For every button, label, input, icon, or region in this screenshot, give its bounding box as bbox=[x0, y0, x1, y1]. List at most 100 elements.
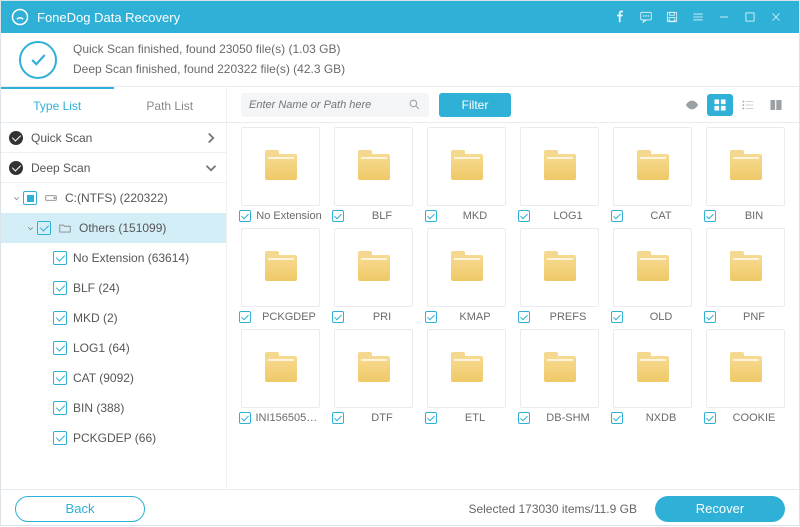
checkmark-icon bbox=[19, 41, 57, 79]
checkbox[interactable] bbox=[611, 412, 623, 424]
tree-item[interactable]: PCKGDEP (66) bbox=[1, 423, 226, 453]
grid-item[interactable]: PNF bbox=[702, 228, 789, 323]
folder-icon bbox=[358, 255, 390, 281]
tree-drive[interactable]: C:(NTFS) (220322) bbox=[1, 183, 226, 213]
grid-item[interactable]: KMAP bbox=[423, 228, 510, 323]
tree-item[interactable]: MKD (2) bbox=[1, 303, 226, 333]
grid-item[interactable]: INI1565052569 bbox=[237, 329, 324, 424]
folder-thumbnail bbox=[427, 228, 506, 307]
grid-item[interactable]: DTF bbox=[330, 329, 417, 424]
checkbox[interactable] bbox=[425, 210, 437, 222]
checkbox[interactable] bbox=[53, 311, 67, 325]
minimize-button[interactable] bbox=[711, 1, 737, 33]
chevron-down-icon bbox=[202, 159, 220, 177]
grid-view-icon[interactable] bbox=[707, 94, 733, 116]
checkbox[interactable] bbox=[53, 281, 67, 295]
checkbox[interactable] bbox=[332, 412, 344, 424]
toolbar: Type List Path List Filter bbox=[1, 87, 799, 123]
checkbox[interactable] bbox=[704, 412, 716, 424]
tree-item-label: PCKGDEP (66) bbox=[73, 431, 220, 445]
tree-item[interactable]: BIN (388) bbox=[1, 393, 226, 423]
checkbox[interactable] bbox=[239, 412, 251, 424]
filter-button[interactable]: Filter bbox=[439, 93, 511, 117]
folder-icon bbox=[637, 255, 669, 281]
menu-icon[interactable] bbox=[685, 1, 711, 33]
grid-item[interactable]: DB-SHM bbox=[516, 329, 603, 424]
grid-item[interactable]: PRI bbox=[330, 228, 417, 323]
checkbox[interactable] bbox=[518, 412, 530, 424]
checkbox[interactable] bbox=[23, 191, 37, 205]
checkbox[interactable] bbox=[53, 341, 67, 355]
tree-item-label: BLF (24) bbox=[73, 281, 220, 295]
folder-thumbnail bbox=[613, 329, 692, 408]
facebook-icon[interactable] bbox=[607, 1, 633, 33]
list-view-icon[interactable] bbox=[735, 94, 761, 116]
grid-item-label: NXDB bbox=[628, 412, 695, 424]
grid-item[interactable]: CAT bbox=[609, 127, 696, 222]
grid-item-label: BLF bbox=[349, 210, 416, 222]
folder-thumbnail bbox=[613, 228, 692, 307]
checkbox[interactable] bbox=[53, 401, 67, 415]
deep-scan-status: Deep Scan finished, found 220322 file(s)… bbox=[73, 60, 345, 79]
grid-item[interactable]: LOG1 bbox=[516, 127, 603, 222]
preview-toggle-icon[interactable] bbox=[679, 94, 705, 116]
checkbox[interactable] bbox=[518, 311, 530, 323]
checkbox[interactable] bbox=[53, 431, 67, 445]
chevron-down-icon bbox=[23, 224, 37, 233]
grid-item[interactable]: BLF bbox=[330, 127, 417, 222]
tree-item[interactable]: No Extension (63614) bbox=[1, 243, 226, 273]
tree-quick-scan[interactable]: Quick Scan bbox=[1, 123, 226, 153]
tab-path-list[interactable]: Path List bbox=[114, 87, 227, 122]
grid-item[interactable]: BIN bbox=[702, 127, 789, 222]
tree-item[interactable]: CAT (9092) bbox=[1, 363, 226, 393]
grid-item[interactable]: No Extension bbox=[237, 127, 324, 222]
checkbox[interactable] bbox=[704, 210, 716, 222]
folder-thumbnail bbox=[520, 228, 599, 307]
tree-item[interactable]: LOG1 (64) bbox=[1, 333, 226, 363]
folder-thumbnail bbox=[427, 329, 506, 408]
grid-item[interactable]: PREFS bbox=[516, 228, 603, 323]
checkbox[interactable] bbox=[704, 311, 716, 323]
save-icon[interactable] bbox=[659, 1, 685, 33]
tree-item-label: MKD (2) bbox=[73, 311, 220, 325]
folder-icon bbox=[265, 356, 297, 382]
folder-thumbnail bbox=[706, 228, 785, 307]
checkbox[interactable] bbox=[37, 221, 51, 235]
tab-type-list[interactable]: Type List bbox=[1, 87, 114, 122]
detail-view-icon[interactable] bbox=[763, 94, 789, 116]
checkbox[interactable] bbox=[611, 311, 623, 323]
feedback-icon[interactable] bbox=[633, 1, 659, 33]
tree-others[interactable]: Others (151099) bbox=[1, 213, 226, 243]
recover-button[interactable]: Recover bbox=[655, 496, 785, 522]
checkbox[interactable] bbox=[332, 311, 344, 323]
close-button[interactable] bbox=[763, 1, 789, 33]
checkbox[interactable] bbox=[518, 210, 530, 222]
folder-icon bbox=[544, 255, 576, 281]
checkbox[interactable] bbox=[332, 210, 344, 222]
grid-item-label: PREFS bbox=[535, 311, 602, 323]
checkbox[interactable] bbox=[53, 371, 67, 385]
tree-deep-scan[interactable]: Deep Scan bbox=[1, 153, 226, 183]
checkbox[interactable] bbox=[239, 311, 251, 323]
grid-item[interactable]: COOKIE bbox=[702, 329, 789, 424]
grid-item-label: OLD bbox=[628, 311, 695, 323]
checkbox[interactable] bbox=[425, 412, 437, 424]
grid-item[interactable]: ETL bbox=[423, 329, 510, 424]
checkbox[interactable] bbox=[425, 311, 437, 323]
grid-item[interactable]: NXDB bbox=[609, 329, 696, 424]
checkbox[interactable] bbox=[53, 251, 67, 265]
checkbox[interactable] bbox=[239, 210, 251, 222]
grid-item[interactable]: OLD bbox=[609, 228, 696, 323]
footer: Back Selected 173030 items/11.9 GB Recov… bbox=[1, 489, 799, 527]
file-grid: No Extension BLF MKDLOG1CATBIN PCKGDEPPRIKM… bbox=[227, 123, 799, 489]
search-input[interactable] bbox=[249, 99, 408, 111]
back-button[interactable]: Back bbox=[15, 496, 145, 522]
checkbox[interactable] bbox=[611, 210, 623, 222]
grid-item[interactable]: PCKGDEP bbox=[237, 228, 324, 323]
search-box[interactable] bbox=[241, 93, 429, 117]
tree-item[interactable]: BLF (24) bbox=[1, 273, 226, 303]
grid-item-label: ETL bbox=[442, 412, 509, 424]
grid-item[interactable]: MKD bbox=[423, 127, 510, 222]
maximize-button[interactable] bbox=[737, 1, 763, 33]
folder-icon bbox=[637, 154, 669, 180]
